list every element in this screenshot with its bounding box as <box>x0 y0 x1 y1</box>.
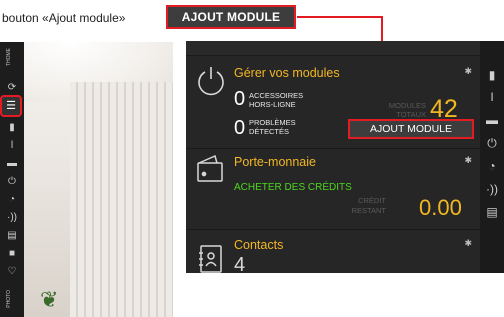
app-top-strip <box>186 41 480 55</box>
left-sidebar: THOME ⟳ ☰ ▮ ǀ ▬ ⏻ ◔ ·)) ▤ ■ ♡ PHOTO <box>0 42 24 317</box>
offline-accessories-label-1: ACCESSOIRES <box>249 91 304 100</box>
total-modules-label-2: TOTAUX <box>396 110 426 119</box>
total-modules-value: 42 <box>430 95 458 123</box>
offline-accessories-label-2: HORS-LIGNE <box>249 100 296 109</box>
refresh-icon[interactable]: ⟳ <box>4 80 20 96</box>
gear-icon[interactable]: ✱ <box>464 238 472 249</box>
lock-icon[interactable]: ▮ <box>484 67 500 83</box>
plant-icon: ❦ <box>40 287 59 312</box>
gear-icon[interactable]: ✱ <box>464 66 472 77</box>
clock-icon[interactable]: ◔ <box>4 192 20 208</box>
modules-card: Gérer vos modules ✱ 0 ACCESSOIRES HORS-L… <box>186 55 480 148</box>
total-modules-label-1: MODULES <box>388 101 426 110</box>
credit-label-2: RESTANT <box>351 206 386 215</box>
credit-label-1: CRÉDIT <box>358 196 386 205</box>
caption-text: bouton «Ajout module» <box>2 11 126 25</box>
heart-icon[interactable]: ♡ <box>4 264 20 280</box>
contacts-count: 4 <box>234 254 246 276</box>
gear-icon[interactable]: ✱ <box>464 155 472 166</box>
problems-count: 0 <box>234 117 246 139</box>
room-wall-panels <box>70 82 173 317</box>
menu-icon[interactable]: ☰ <box>0 95 22 117</box>
thermometer-icon[interactable]: ǀ <box>4 138 20 154</box>
signal-icon[interactable]: ·)) <box>4 210 20 226</box>
power-icon[interactable]: ⏻ <box>484 135 500 151</box>
add-module-button[interactable]: AJOUT MODULE <box>348 119 474 139</box>
caption-ajout-module-chip: AJOUT MODULE <box>166 5 296 29</box>
folder-icon[interactable]: ▬ <box>484 112 500 128</box>
sidebar-top-label: THOME <box>6 48 12 67</box>
wallet-card: Porte-monnaie ✱ ACHETER DES CRÉDITS CRÉD… <box>186 148 480 229</box>
clock-icon[interactable]: ◔ <box>484 158 500 174</box>
power-icon <box>195 64 227 101</box>
lock-icon[interactable]: ▮ <box>4 120 20 136</box>
contacts-card: Contacts ✱ 4 <box>186 229 480 276</box>
app-screenshot: Gérer vos modules ✱ 0 ACCESSOIRES HORS-L… <box>186 41 504 276</box>
contacts-book-icon <box>197 244 223 279</box>
right-icon-rail: ▮ ǀ ▬ ⏻ ◔ ·)) ▤ <box>480 41 504 273</box>
contacts-title[interactable]: Contacts <box>234 238 283 252</box>
signal-icon[interactable]: ·)) <box>484 181 500 197</box>
list-icon[interactable]: ▤ <box>4 228 20 244</box>
credit-remaining-value: 0.00 <box>419 195 462 220</box>
list-icon[interactable]: ▤ <box>484 204 500 220</box>
power-icon[interactable]: ⏻ <box>4 174 20 190</box>
problems-label-1: PROBLÈMES <box>249 118 296 127</box>
modules-title[interactable]: Gérer vos modules <box>234 66 340 80</box>
sidebar-bottom-label: PHOTO <box>6 290 12 308</box>
thermometer-icon[interactable]: ǀ <box>484 89 500 105</box>
buy-credits-link[interactable]: ACHETER DES CRÉDITS <box>234 182 352 193</box>
wallet-icon <box>195 153 225 190</box>
offline-accessories-count: 0 <box>234 88 246 110</box>
left-phone-screenshot: ❦ THOME ⟳ ☰ ▮ ǀ ▬ ⏻ ◔ ·)) ▤ ■ ♡ PHOTO <box>0 42 173 317</box>
folder-icon[interactable]: ▬ <box>4 156 20 172</box>
wallet-title[interactable]: Porte-monnaie <box>234 155 316 169</box>
problems-label-2: DÉTECTÉS <box>249 127 290 136</box>
camera-icon[interactable]: ■ <box>4 246 20 262</box>
